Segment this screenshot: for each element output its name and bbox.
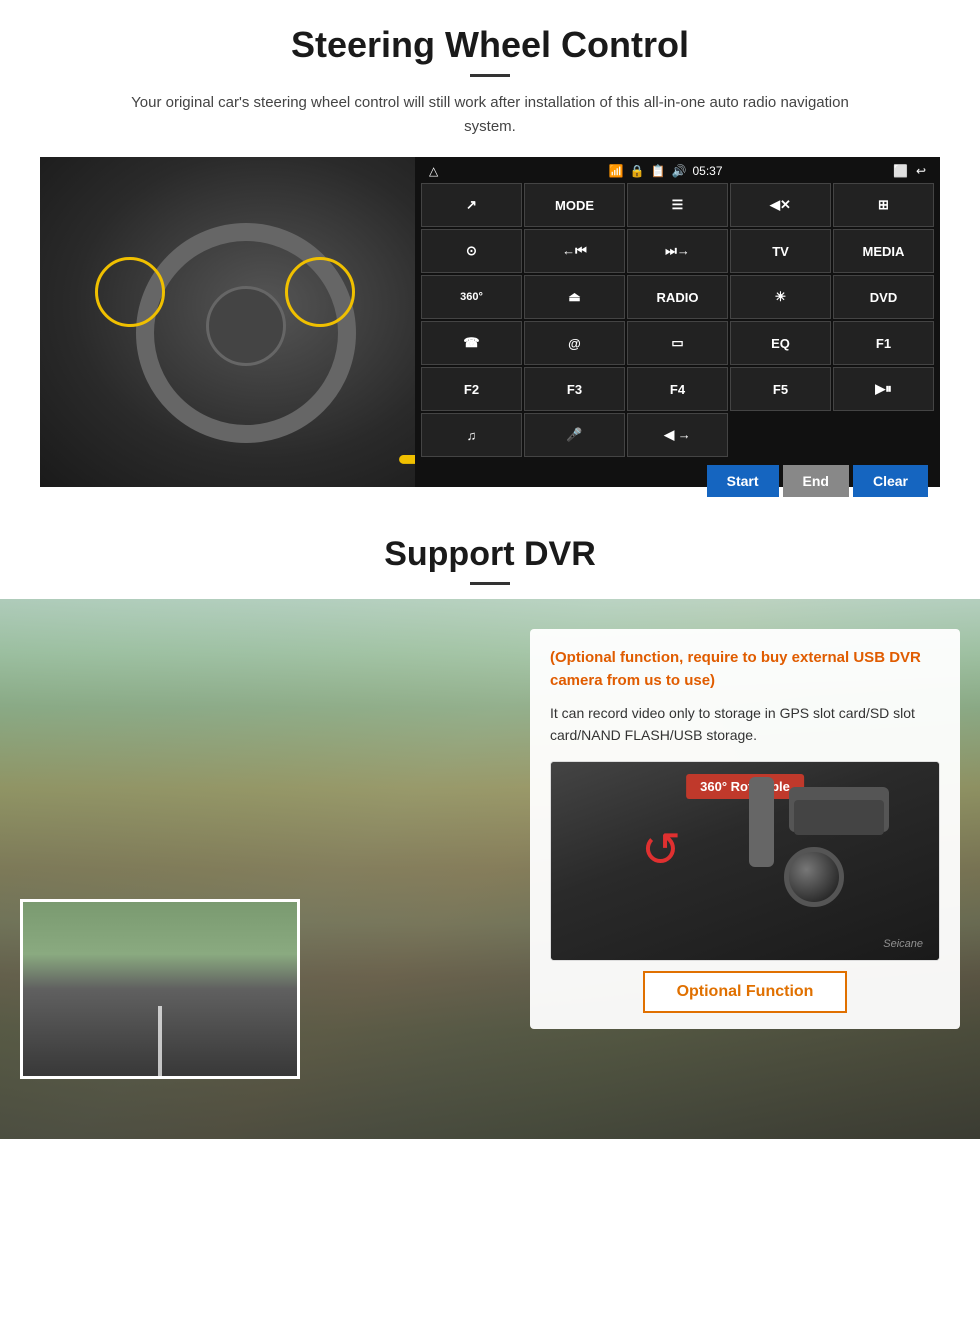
next-btn[interactable]: ⏭→: [627, 229, 728, 273]
prev-btn[interactable]: ←⏮: [524, 229, 625, 273]
f3-btn[interactable]: F3: [524, 367, 625, 411]
f2-btn[interactable]: F2: [421, 367, 522, 411]
sim-icon: 📋: [651, 164, 666, 178]
radio-topbar: △ 📶 🔒 📋 🔊 05:37 ⬜ ↩: [421, 161, 934, 181]
media-btn[interactable]: MEDIA: [833, 229, 934, 273]
camera-360-badge: 360° Rotatable: [686, 774, 804, 799]
topbar-icons: 📶 🔒 📋 🔊 05:37: [609, 164, 723, 178]
f1-btn[interactable]: F1: [833, 321, 934, 365]
highlight-circle-left: [95, 257, 165, 327]
highlight-circle-right: [285, 257, 355, 327]
title-divider: [470, 74, 510, 77]
dvr-image-area: (Optional function, require to buy exter…: [0, 599, 980, 1139]
mode-btn[interactable]: MODE: [524, 183, 625, 227]
steering-content: △ 📶 🔒 📋 🔊 05:37 ⬜ ↩ ↗ MODE ☰: [40, 157, 940, 487]
f5-btn[interactable]: F5: [730, 367, 831, 411]
camera-visual: 360° Rotatable ↺ Seicane: [551, 762, 939, 960]
dvr-optional-text: (Optional function, require to buy exter…: [550, 647, 940, 692]
wifi-icon: 📶: [609, 164, 624, 178]
eject-btn[interactable]: ⏏: [524, 275, 625, 319]
music-btn[interactable]: ♫: [421, 413, 522, 457]
steering-title: Steering Wheel Control: [40, 24, 940, 66]
inset-road-bg: [23, 902, 297, 1076]
back-icon: ↩: [916, 164, 926, 178]
dvr-title-area: Support DVR: [0, 507, 980, 599]
eq-btn[interactable]: EQ: [730, 321, 831, 365]
dvr-camera-box: 360° Rotatable ↺ Seicane: [550, 761, 940, 961]
dvd-btn[interactable]: DVD: [833, 275, 934, 319]
radio-bottom-buttons: Start End Clear: [421, 461, 934, 501]
mute-btn[interactable]: ◀✕: [730, 183, 831, 227]
dvr-description: It can record video only to storage in G…: [550, 702, 940, 747]
wheel-inner-hub: [206, 286, 286, 366]
clear-button[interactable]: Clear: [853, 465, 928, 497]
nav-left-btn[interactable]: ↗: [421, 183, 522, 227]
radio-panel: △ 📶 🔒 📋 🔊 05:37 ⬜ ↩ ↗ MODE ☰: [415, 157, 940, 487]
start-button[interactable]: Start: [707, 465, 779, 497]
brightness-btn[interactable]: ☀: [730, 275, 831, 319]
dvr-title: Support DVR: [0, 535, 980, 574]
mic-btn[interactable]: 🎤: [524, 413, 625, 457]
steering-section: Steering Wheel Control Your original car…: [0, 0, 980, 507]
dvr-inset-image: [20, 899, 300, 1079]
radio-btn[interactable]: RADIO: [627, 275, 728, 319]
prev-next-btn[interactable]: ◀ →: [627, 413, 728, 457]
window-icon: ⬜: [893, 164, 908, 178]
dvr-section: Support DVR (Optional function, require …: [0, 507, 980, 1227]
cam360-btn[interactable]: 360°: [421, 275, 522, 319]
phone-btn[interactable]: ☎: [421, 321, 522, 365]
settings-btn[interactable]: ⊙: [421, 229, 522, 273]
seicane-watermark: Seicane: [883, 938, 923, 950]
lock-icon: 🔒: [630, 164, 645, 178]
rotation-arrow: ↺: [641, 822, 681, 878]
tv-btn[interactable]: TV: [730, 229, 831, 273]
radio-button-grid: ↗ MODE ☰ ◀✕ ⊞ ⊙ ←⏮ ⏭→ TV MEDIA 360° ⏏ RA…: [421, 183, 934, 457]
apps-btn[interactable]: ⊞: [833, 183, 934, 227]
volume-icon: 🔊: [672, 164, 687, 178]
dvr-divider: [470, 582, 510, 585]
steering-subtitle: Your original car's steering wheel contr…: [110, 91, 870, 139]
web-btn[interactable]: @: [524, 321, 625, 365]
f4-btn[interactable]: F4: [627, 367, 728, 411]
optional-function-button[interactable]: Optional Function: [643, 971, 848, 1013]
dvr-info-card: (Optional function, require to buy exter…: [530, 629, 960, 1029]
menu-btn[interactable]: ☰: [627, 183, 728, 227]
time-display: 05:37: [693, 164, 723, 178]
screen-btn[interactable]: ▭: [627, 321, 728, 365]
steering-wheel-image: [40, 157, 415, 487]
home-icon: △: [429, 164, 438, 178]
end-button[interactable]: End: [783, 465, 849, 497]
play-pause-btn[interactable]: ▶⏸: [833, 367, 934, 411]
